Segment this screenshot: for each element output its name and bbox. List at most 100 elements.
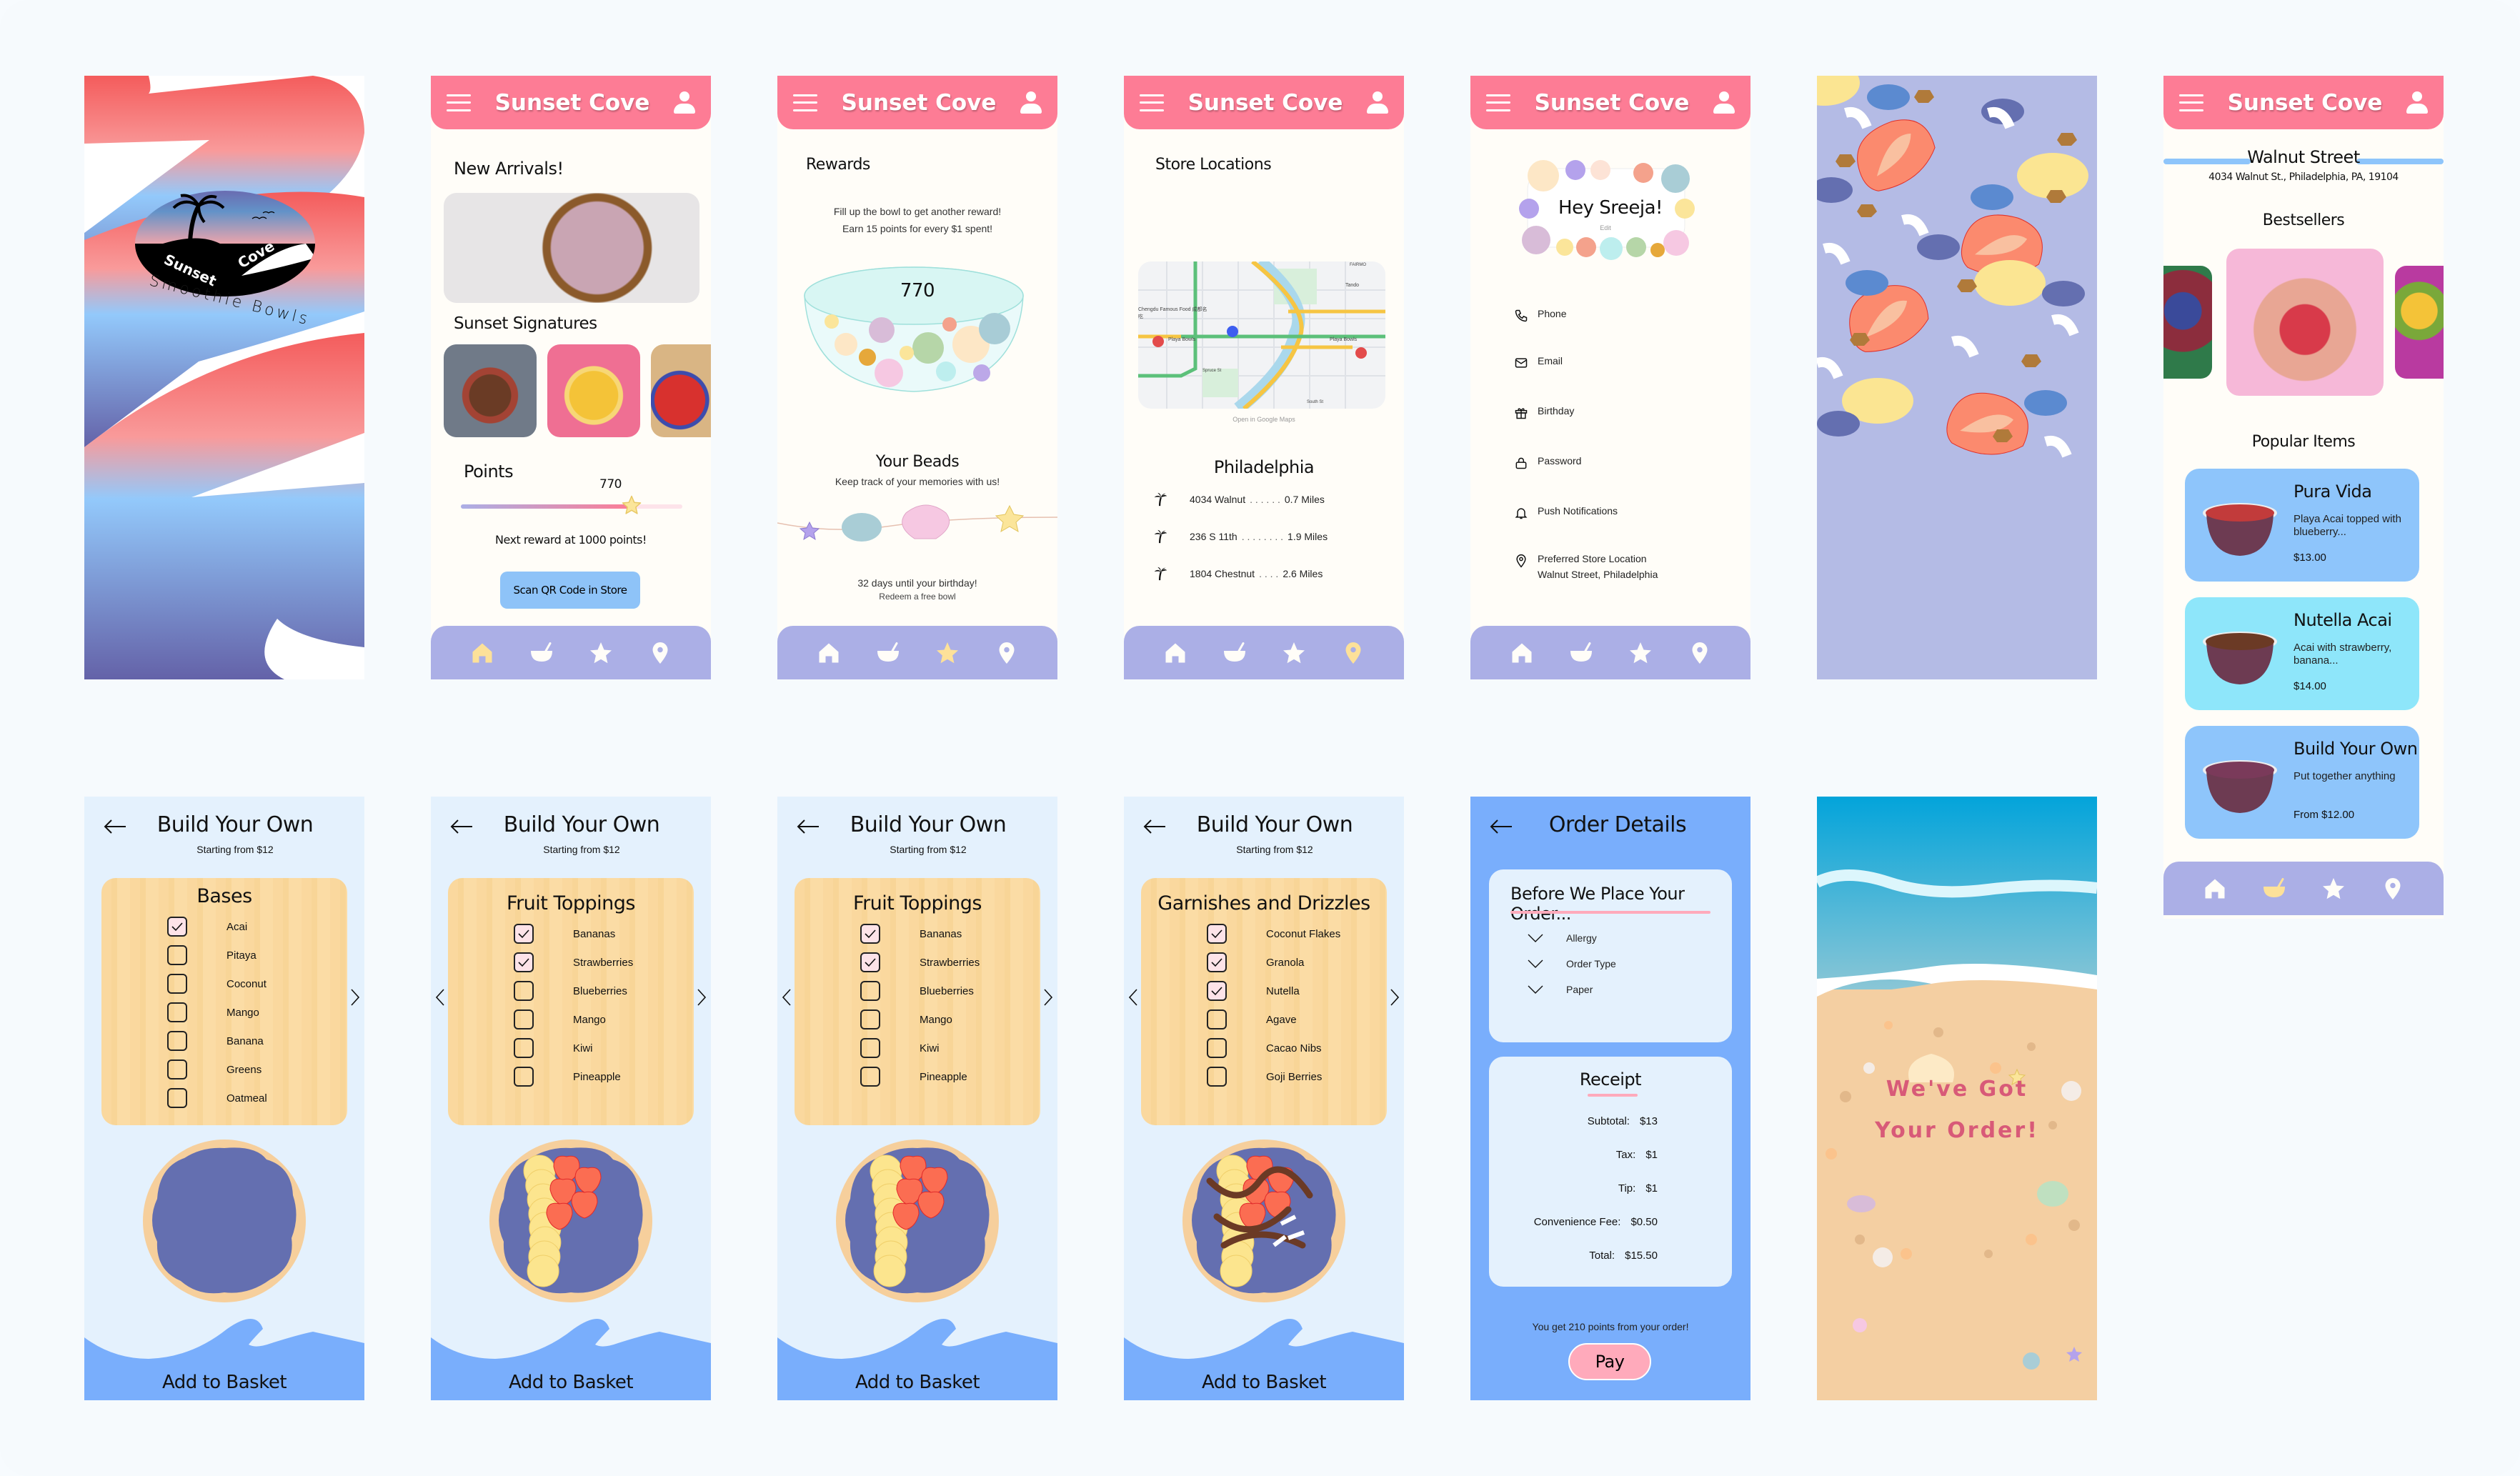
nav-star-icon[interactable] [2319,874,2348,903]
checkbox[interactable] [514,952,534,972]
open-google-maps-link[interactable]: Open in Google Maps [1124,416,1404,423]
nav-location-pin-icon[interactable] [2379,874,2407,903]
option-nutella[interactable]: Nutella [1207,981,1300,1001]
nav-star-icon[interactable] [1280,639,1308,667]
checkbox[interactable] [860,1009,880,1029]
option-coconut[interactable]: Coconut [167,974,267,994]
profile-field-preferred-store-location[interactable]: Preferred Store Location Walnut Street, … [1513,553,1658,580]
menu-icon[interactable] [2179,94,2203,111]
nav-bowl-icon[interactable] [2260,874,2289,903]
previous-step-icon[interactable] [1128,988,1138,1007]
next-step-icon[interactable] [1043,988,1053,1007]
add-to-basket-button[interactable]: Add to Basket [431,1372,711,1393]
checkbox[interactable] [514,1038,534,1058]
checkbox[interactable] [514,1067,534,1087]
option-bananas[interactable]: Bananas [514,924,615,944]
option-kiwi[interactable]: Kiwi [860,1038,940,1058]
next-step-icon[interactable] [1390,988,1400,1007]
checkbox[interactable] [1207,1038,1227,1058]
option-pineapple[interactable]: Pineapple [514,1067,621,1087]
checkbox[interactable] [1207,952,1227,972]
next-step-icon[interactable] [697,988,707,1007]
checkbox[interactable] [167,917,187,937]
nav-location-pin-icon[interactable] [646,639,674,667]
nav-star-icon[interactable] [587,639,615,667]
store-row[interactable]: 1804 Chestnut . . . . 2.6 Miles [1152,566,1381,582]
checkbox[interactable] [860,981,880,1001]
option-agave[interactable]: Agave [1207,1009,1297,1029]
option-bananas[interactable]: Bananas [860,924,962,944]
menu-icon[interactable] [447,94,471,111]
profile-field-birthday[interactable]: Birthday [1513,405,1574,421]
menu-icon[interactable] [793,94,817,111]
profile-field-phone[interactable]: Phone [1513,308,1566,324]
previous-step-icon[interactable] [782,988,792,1007]
pay-button[interactable]: Pay [1568,1343,1651,1380]
profile-icon[interactable] [1713,91,1735,114]
profile-icon[interactable] [2406,91,2428,114]
next-step-icon[interactable] [350,988,360,1007]
option-blueberries[interactable]: Blueberries [860,981,974,1001]
option-goji-berries[interactable]: Goji Berries [1207,1067,1322,1087]
dropdown-order-type[interactable]: Order Type [1528,958,1616,969]
profile-field-password[interactable]: Password [1513,455,1581,471]
profile-field-push-notifications[interactable]: Push Notifications [1513,505,1618,521]
checkbox[interactable] [1207,1009,1227,1029]
option-pitaya[interactable]: Pitaya [167,945,257,965]
nav-bowl-icon[interactable] [1567,639,1595,667]
checkbox[interactable] [860,952,880,972]
checkbox[interactable] [167,974,187,994]
map-view[interactable]: Playa Bowls Playa Bowls Chengdu Famous F… [1138,261,1385,409]
dropdown-allergy[interactable]: Allergy [1528,932,1597,944]
checkbox[interactable] [167,1031,187,1051]
nav-bowl-icon[interactable] [874,639,902,667]
store-row[interactable]: 236 S 11th . . . . . . . . 1.9 Miles [1152,529,1381,544]
nav-bowl-icon[interactable] [527,639,556,667]
popular-item-card[interactable]: Build Your Own Put together anything Fro… [2185,726,2419,839]
bestseller-item-featured[interactable] [2226,249,2384,396]
option-mango[interactable]: Mango [860,1009,952,1029]
option-kiwi[interactable]: Kiwi [514,1038,593,1058]
dropdown-paper[interactable]: Paper [1528,984,1593,995]
checkbox[interactable] [860,924,880,944]
menu-icon[interactable] [1140,94,1164,111]
bestseller-item[interactable] [2163,266,2212,379]
checkbox[interactable] [860,1038,880,1058]
popular-item-card[interactable]: Nutella Acai Acai with strawberry, banan… [2185,597,2419,710]
option-blueberries[interactable]: Blueberries [514,981,627,1001]
option-greens[interactable]: Greens [167,1059,262,1079]
profile-icon[interactable] [1020,91,1042,114]
option-mango[interactable]: Mango [167,1002,259,1022]
option-cacao-nibs[interactable]: Cacao Nibs [1207,1038,1322,1058]
option-banana[interactable]: Banana [167,1031,264,1051]
nav-home-icon[interactable] [1508,639,1536,667]
option-strawberries[interactable]: Strawberries [860,952,980,972]
checkbox[interactable] [167,945,187,965]
add-to-basket-button[interactable]: Add to Basket [1124,1372,1404,1393]
option-pineapple[interactable]: Pineapple [860,1067,967,1087]
option-mango[interactable]: Mango [514,1009,606,1029]
previous-step-icon[interactable] [435,988,445,1007]
checkbox[interactable] [514,1009,534,1029]
option-coconut-flakes[interactable]: Coconut Flakes [1207,924,1340,944]
checkbox[interactable] [167,1059,187,1079]
checkbox[interactable] [514,924,534,944]
checkbox[interactable] [860,1067,880,1087]
profile-icon[interactable] [674,91,695,114]
signature-item[interactable] [651,344,711,437]
signature-item[interactable] [547,344,640,437]
option-granola[interactable]: Granola [1207,952,1304,972]
profile-field-email[interactable]: Email [1513,355,1563,371]
nav-location-pin-icon[interactable] [992,639,1021,667]
option-oatmeal[interactable]: Oatmeal [167,1088,267,1108]
checkbox[interactable] [1207,981,1227,1001]
nav-home-icon[interactable] [2201,874,2229,903]
add-to-basket-button[interactable]: Add to Basket [777,1372,1057,1393]
nav-home-icon[interactable] [1161,639,1190,667]
checkbox[interactable] [167,1088,187,1108]
checkbox[interactable] [167,1002,187,1022]
nav-location-pin-icon[interactable] [1685,639,1714,667]
nav-star-icon[interactable] [933,639,962,667]
new-arrival-image[interactable] [444,193,699,303]
checkbox[interactable] [514,981,534,1001]
